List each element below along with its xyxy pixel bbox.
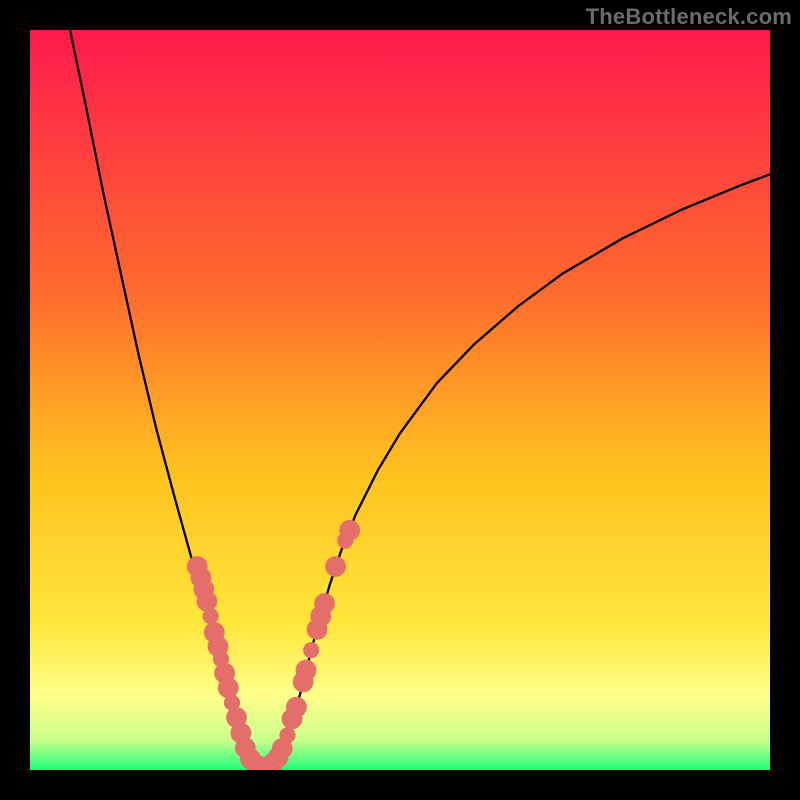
highlight-markers [187,520,360,770]
bottleneck-curve [70,30,770,769]
marker-dot [296,660,317,681]
marker-dot [203,608,219,624]
watermark-text: TheBottleneck.com [586,4,792,30]
marker-dot [218,678,239,699]
chart-svg [30,30,770,770]
marker-dot [314,593,335,614]
marker-dot [279,727,295,743]
marker-dot [197,591,218,612]
marker-dot [286,697,307,718]
marker-dot [325,556,346,577]
marker-dot [303,642,319,658]
plot-area [30,30,770,770]
chart-frame: TheBottleneck.com [0,0,800,800]
marker-dot [339,520,360,541]
